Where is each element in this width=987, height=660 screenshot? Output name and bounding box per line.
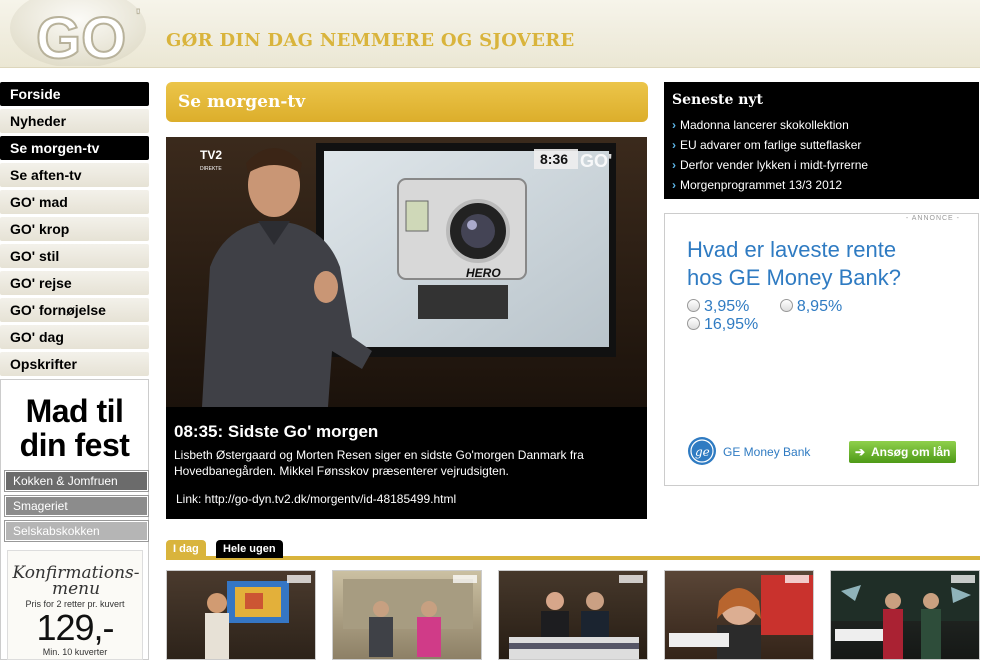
rate-option[interactable]: 3,95% bbox=[687, 298, 749, 316]
camera-brand: HERO bbox=[466, 266, 501, 280]
video-clock: 8:36 bbox=[540, 151, 568, 167]
video-thumbnail[interactable] bbox=[166, 570, 316, 660]
chevron-right-icon: › bbox=[672, 118, 676, 132]
nav-item-go-stil[interactable]: GO' stil bbox=[0, 244, 149, 268]
tab-i-dag[interactable]: I dag bbox=[166, 540, 206, 558]
site-tagline: GØR DIN DAG NEMMERE OG SJOVERE bbox=[166, 30, 575, 51]
menu-card-title: Konfirmations- menu bbox=[12, 563, 140, 599]
bank-name: GE Money Bank bbox=[723, 445, 811, 459]
svg-text:ge: ge bbox=[695, 445, 710, 459]
news-item[interactable]: › Morgenprogrammet 13/3 2012 bbox=[672, 175, 868, 195]
svg-text:GO: GO bbox=[36, 6, 126, 66]
nav-item-nyheder[interactable]: Nyheder bbox=[0, 109, 149, 133]
arrow-right-icon: ➔ bbox=[855, 445, 866, 459]
section-title-bar: Se morgen-tv bbox=[166, 82, 648, 122]
radio-button[interactable] bbox=[687, 299, 700, 312]
apply-loan-button[interactable]: ➔ Ansøg om lån bbox=[849, 441, 956, 463]
channel-watermark: GO' bbox=[580, 151, 612, 171]
nav-item-se-aften-tv[interactable]: Se aften-tv bbox=[0, 163, 149, 187]
chevron-right-icon: › bbox=[672, 178, 676, 192]
video-player[interactable]: HERO TV2 DIREKTE 8:36 GO' bbox=[166, 137, 647, 407]
rate-option[interactable]: 16,95% bbox=[687, 316, 758, 334]
svg-text:': ' bbox=[136, 6, 140, 26]
video-info-panel: 08:35: Sidste Go' morgen Lisbeth Østerga… bbox=[166, 407, 647, 519]
menu-card-min-note: Min. 10 kuverter bbox=[42, 647, 108, 657]
chevron-right-icon: › bbox=[672, 138, 676, 152]
rate-options: 3,95% 8,95% 16,95% bbox=[687, 298, 967, 334]
section-title: Se morgen-tv bbox=[178, 92, 306, 112]
video-thumbnail[interactable] bbox=[498, 570, 648, 660]
rate-option[interactable]: 8,95% bbox=[779, 298, 842, 316]
selskabskokken-button[interactable]: Selskabskokken bbox=[4, 520, 149, 542]
video-description: Lisbeth Østergaard og Morten Resen siger… bbox=[174, 448, 584, 478]
radio-button[interactable] bbox=[687, 317, 700, 330]
tab-hele-ugen[interactable]: Hele ugen bbox=[216, 540, 283, 558]
nav-item-go-fornoejelse[interactable]: GO' fornøjelse bbox=[0, 298, 149, 322]
nav-item-go-rejse[interactable]: GO' rejse bbox=[0, 271, 149, 295]
video-link[interactable]: Link: http://go-dyn.tv2.dk/morgentv/id-4… bbox=[176, 492, 456, 506]
news-item[interactable]: › Derfor vender lykken i midt-fyrrerne bbox=[672, 155, 868, 175]
ad-question: Hvad er laveste rente hos GE Money Bank? bbox=[687, 237, 902, 290]
smageriet-button[interactable]: Smageriet bbox=[4, 495, 149, 517]
video-title[interactable]: 08:35: Sidste Go' morgen bbox=[174, 422, 378, 442]
channel-live-label: DIREKTE bbox=[200, 166, 222, 172]
left-navigation: Forside Nyheder Se morgen-tv Se aften-tv… bbox=[0, 82, 149, 379]
site-header: GO ' GØR DIN DAG NEMMERE OG SJOVERE bbox=[0, 0, 980, 72]
video-tabs: I dag Hele ugen bbox=[166, 538, 980, 560]
chevron-right-icon: › bbox=[672, 158, 676, 172]
nav-item-go-krop[interactable]: GO' krop bbox=[0, 217, 149, 241]
bank-ad-banner[interactable]: - ANNONCE - Hvad er laveste rente hos GE… bbox=[664, 213, 979, 486]
channel-logo: TV2 bbox=[200, 148, 222, 162]
video-thumbnail[interactable] bbox=[830, 570, 980, 660]
go-logo[interactable]: GO ' bbox=[8, 0, 158, 72]
kokken-jomfruen-button[interactable]: Kokken & Jomfruen bbox=[4, 470, 149, 492]
radio-button[interactable] bbox=[779, 299, 793, 312]
nav-item-opskrifter[interactable]: Opskrifter bbox=[0, 352, 149, 376]
nav-item-go-dag[interactable]: GO' dag bbox=[0, 325, 149, 349]
news-item[interactable]: › EU advarer om farlige sutteflasker bbox=[672, 135, 868, 155]
latest-news-box: Seneste nyt › Madonna lancerer skokollekt… bbox=[664, 82, 979, 199]
ad-label: - ANNONCE - bbox=[905, 215, 960, 222]
ad-headline: Mad til din fest bbox=[19, 393, 130, 463]
menu-card: Konfirmations- menu Pris for 2 retter pr… bbox=[7, 550, 143, 660]
video-thumbnail[interactable] bbox=[664, 570, 814, 660]
ge-logo-icon: ge bbox=[687, 436, 717, 471]
latest-news-title: Seneste nyt bbox=[672, 92, 764, 108]
nav-item-forside[interactable]: Forside bbox=[0, 82, 149, 106]
news-item[interactable]: › Madonna lancerer skokollektion bbox=[672, 115, 868, 135]
nav-item-se-morgen-tv[interactable]: Se morgen-tv bbox=[0, 136, 149, 160]
video-thumbnail[interactable] bbox=[332, 570, 482, 660]
food-ad-banner[interactable]: Mad til din fest Kokken & Jomfruen Smage… bbox=[0, 379, 149, 660]
nav-item-go-mad[interactable]: GO' mad bbox=[0, 190, 149, 214]
menu-card-price: 129,- bbox=[36, 607, 114, 648]
